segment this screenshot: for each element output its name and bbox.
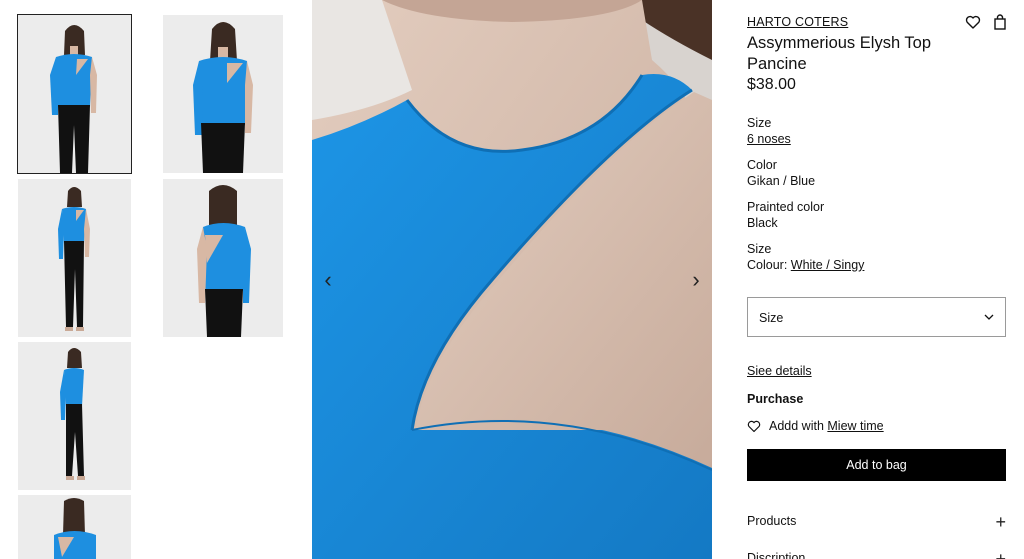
- attr-label-size-2: Size: [747, 242, 772, 256]
- chevron-left-icon: ‹: [324, 267, 332, 292]
- product-title: Assymmerious Elysh Top Pancine: [747, 34, 932, 73]
- brand-link[interactable]: HARTO COTERS: [747, 15, 848, 29]
- thumbnail-2[interactable]: [163, 15, 283, 173]
- plus-icon: +: [995, 549, 1006, 559]
- accordion-description-label: Discription: [747, 551, 806, 559]
- chevron-down-icon: [984, 314, 994, 320]
- attr-value-color: Gikan / Blue: [747, 174, 816, 188]
- accordion-description[interactable]: Discription +: [747, 549, 1006, 559]
- thumbnail-6[interactable]: [18, 495, 131, 559]
- product-price: $38.00: [747, 76, 796, 93]
- add-with-row: Addd with Miew time: [747, 419, 884, 433]
- main-product-image: ‹ ›: [312, 0, 712, 559]
- size-select-label: Size: [759, 311, 784, 325]
- colour-prefix: Colour:: [747, 258, 791, 272]
- bag-icon[interactable]: [992, 14, 1008, 30]
- see-details-link[interactable]: Siee details: [747, 364, 812, 378]
- thumbnail-5[interactable]: [18, 342, 131, 490]
- add-with-text: Addd with: [769, 419, 828, 433]
- chevron-right-icon: ›: [692, 267, 700, 292]
- plus-icon: +: [995, 512, 1006, 532]
- attr-label-color: Color: [747, 158, 777, 172]
- size-select[interactable]: Size: [747, 297, 1006, 337]
- gallery-prev-button[interactable]: ‹: [316, 268, 340, 292]
- accordion-products[interactable]: Products +: [747, 512, 1006, 534]
- model-back-image: [163, 179, 283, 337]
- model-full-length-image: [18, 179, 131, 337]
- accordion-products-label: Products: [747, 514, 797, 528]
- view-time-link[interactable]: Miew time: [827, 419, 883, 433]
- model-side-image: [18, 342, 131, 490]
- attr-label-size: Size: [747, 116, 772, 130]
- thumbnail-1[interactable]: [17, 14, 132, 174]
- add-to-bag-button[interactable]: Add to bag: [747, 449, 1006, 481]
- attr-value-colour: Colour: White / Singy: [747, 258, 864, 272]
- colour-link[interactable]: White / Singy: [791, 258, 865, 272]
- attr-label-printed-color: Prainted color: [747, 200, 825, 214]
- model-front-image: [18, 15, 131, 173]
- model-back-closeup-image: [18, 495, 131, 559]
- top-closeup-image: [312, 0, 712, 559]
- model-closeup-image: [163, 15, 283, 173]
- purchase-heading: Purchase: [747, 392, 804, 406]
- heart-outline-icon[interactable]: [747, 419, 761, 433]
- thumbnail-3[interactable]: [18, 179, 131, 337]
- heart-icon[interactable]: [965, 14, 981, 30]
- gallery-next-button[interactable]: ›: [684, 268, 708, 292]
- thumbnail-4[interactable]: [163, 179, 283, 337]
- attr-value-size[interactable]: 6 noses: [747, 132, 791, 146]
- attr-value-printed-color: Black: [747, 216, 778, 230]
